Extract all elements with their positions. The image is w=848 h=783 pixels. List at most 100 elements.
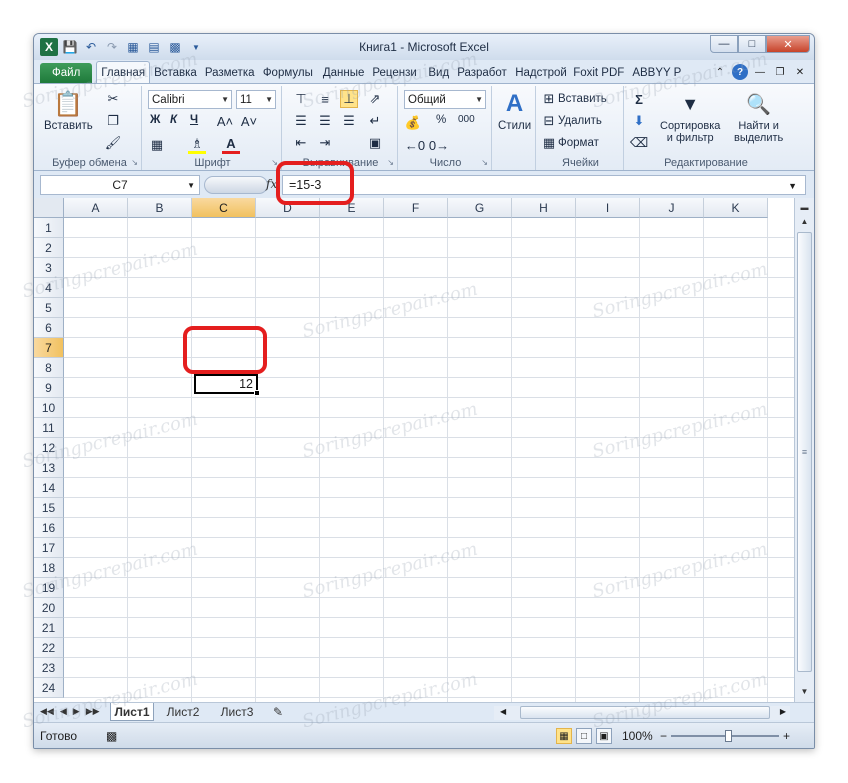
row-header-10[interactable]: 10 (34, 398, 64, 418)
bold-button[interactable]: Ж (150, 114, 160, 126)
tab-developer[interactable]: Разработ (453, 63, 511, 83)
tab-file[interactable]: Файл (40, 63, 93, 83)
vertical-scrollbar[interactable]: ▬ ▲ ≡ ▼ (794, 198, 814, 702)
active-cell-c7[interactable]: 12 (194, 374, 258, 394)
macro-record-icon[interactable]: ▩ (106, 729, 117, 743)
increase-decimal-button[interactable]: ←0 (405, 136, 425, 154)
wrap-text-button[interactable]: ↵ (366, 112, 384, 130)
scroll-left-icon[interactable]: ◀ (500, 707, 506, 716)
percent-button[interactable]: % (436, 114, 446, 126)
insert-function-icon[interactable]: fx (266, 177, 277, 191)
first-sheet-icon[interactable]: ◀◀ (40, 706, 54, 717)
row-header-12[interactable]: 12 (34, 438, 64, 458)
row-header-5[interactable]: 5 (34, 298, 64, 318)
page-layout-view-icon[interactable]: □ (576, 728, 592, 744)
doc-close-icon[interactable]: ✕ (792, 64, 808, 80)
tab-foxit-pdf[interactable]: Foxit PDF (569, 63, 628, 83)
align-bottom-button[interactable]: ⊥ (340, 90, 358, 108)
alignment-launcher-icon[interactable]: ↘ (387, 158, 394, 167)
row-header-19[interactable]: 19 (34, 578, 64, 598)
column-header-a[interactable]: A (64, 198, 128, 218)
copy-button[interactable]: ❐ (104, 112, 122, 130)
row-header-11[interactable]: 11 (34, 418, 64, 438)
column-header-b[interactable]: B (128, 198, 192, 218)
format-painter-button[interactable]: 🖌 (104, 134, 122, 152)
align-top-button[interactable]: ⊤ (292, 90, 310, 108)
font-family-combo[interactable]: Calibri ▼ (148, 90, 232, 109)
tab-insert[interactable]: Вставка (150, 63, 201, 83)
column-header-k[interactable]: K (704, 198, 768, 218)
row-header-1[interactable]: 1 (34, 218, 64, 238)
maximize-icon[interactable]: □ (738, 35, 766, 53)
horizontal-scroll-thumb[interactable] (520, 706, 770, 719)
number-format-combo[interactable]: Общий ▼ (404, 90, 486, 109)
collapse-ribbon-icon[interactable]: ⌃ (712, 64, 728, 80)
close-icon[interactable]: ✕ (766, 35, 810, 53)
column-header-j[interactable]: J (640, 198, 704, 218)
horizontal-scrollbar[interactable]: ◀ ▶ (494, 706, 790, 720)
font-size-combo[interactable]: 11 ▼ (236, 90, 276, 109)
doc-min-icon[interactable]: — (752, 64, 768, 80)
paste-button[interactable]: 📋 Вставить (44, 88, 93, 133)
row-header-24[interactable]: 24 (34, 678, 64, 698)
minimize-icon[interactable]: — (710, 35, 738, 53)
sheet-tab-2[interactable]: Лист2 (160, 703, 206, 721)
fill-handle[interactable] (254, 390, 260, 396)
align-right-button[interactable]: ☰ (340, 112, 358, 130)
tab-formulas[interactable]: Формулы (259, 63, 319, 83)
vertical-scroll-thumb[interactable]: ≡ (797, 232, 812, 672)
column-header-c[interactable]: C (192, 198, 256, 218)
column-header-f[interactable]: F (384, 198, 448, 218)
row-header-15[interactable]: 15 (34, 498, 64, 518)
zoom-knob[interactable] (725, 730, 732, 742)
font-color-button[interactable]: A (222, 136, 240, 154)
zoom-track[interactable] (671, 730, 779, 742)
merge-button[interactable]: ▣ (366, 134, 384, 152)
row-header-3[interactable]: 3 (34, 258, 64, 278)
align-left-button[interactable]: ☰ (292, 112, 310, 130)
row-header-9[interactable]: 9 (34, 378, 64, 398)
row-header-14[interactable]: 14 (34, 478, 64, 498)
zoom-in-icon[interactable]: + (783, 729, 790, 743)
thousands-button[interactable]: 000 (458, 114, 475, 125)
styles-button[interactable]: A Стили (498, 88, 531, 132)
tab-page-layout[interactable]: Разметка (201, 63, 259, 83)
align-center-button[interactable]: ☰ (316, 112, 334, 130)
zoom-level[interactable]: 100% (622, 729, 653, 743)
underline-button[interactable]: Ч (190, 114, 198, 126)
scroll-up-icon[interactable]: ▲ (797, 214, 812, 228)
zoom-slider[interactable]: − + (660, 727, 790, 745)
format-cells-button[interactable]: ▦ Формат (540, 134, 599, 152)
row-header-13[interactable]: 13 (34, 458, 64, 478)
insert-cells-button[interactable]: ⊞ Вставить (540, 90, 607, 108)
prev-sheet-icon[interactable]: ◀ (60, 706, 67, 717)
find-select-button[interactable]: 🔍 Найти и выделить (734, 88, 783, 145)
tab-view[interactable]: Вид (424, 63, 453, 83)
last-sheet-icon[interactable]: ▶▶ (86, 706, 100, 717)
row-header-21[interactable]: 21 (34, 618, 64, 638)
doc-restore-icon[interactable]: ❐ (772, 64, 788, 80)
page-break-view-icon[interactable]: ▣ (596, 728, 612, 744)
grow-font-button[interactable]: A˄ (216, 112, 234, 130)
tab-abbyy-pdf[interactable]: ABBYY PD (628, 63, 682, 83)
expand-formula-icon[interactable]: ▼ (788, 181, 797, 191)
scroll-right-icon[interactable]: ▶ (780, 707, 786, 716)
row-header-2[interactable]: 2 (34, 238, 64, 258)
row-header-18[interactable]: 18 (34, 558, 64, 578)
new-sheet-icon[interactable]: ✎ (268, 703, 288, 721)
decrease-indent-button[interactable]: ⇤ (292, 134, 310, 152)
sheet-tab-1[interactable]: Лист1 (110, 703, 154, 721)
number-launcher-icon[interactable]: ↘ (481, 158, 488, 167)
row-header-4[interactable]: 4 (34, 278, 64, 298)
row-header-23[interactable]: 23 (34, 658, 64, 678)
delete-cells-button[interactable]: ⊟ Удалить (540, 112, 602, 130)
name-box[interactable]: C7 ▼ (40, 175, 200, 195)
currency-button[interactable]: 💰 (404, 114, 422, 132)
row-header-20[interactable]: 20 (34, 598, 64, 618)
decrease-decimal-button[interactable]: 0→ (429, 136, 449, 154)
shrink-font-button[interactable]: A˅ (240, 112, 258, 130)
row-header-17[interactable]: 17 (34, 538, 64, 558)
orientation-button[interactable]: ⇗ (366, 90, 384, 108)
help-icon[interactable]: ? (732, 64, 748, 80)
clipboard-launcher-icon[interactable]: ↘ (131, 158, 138, 167)
